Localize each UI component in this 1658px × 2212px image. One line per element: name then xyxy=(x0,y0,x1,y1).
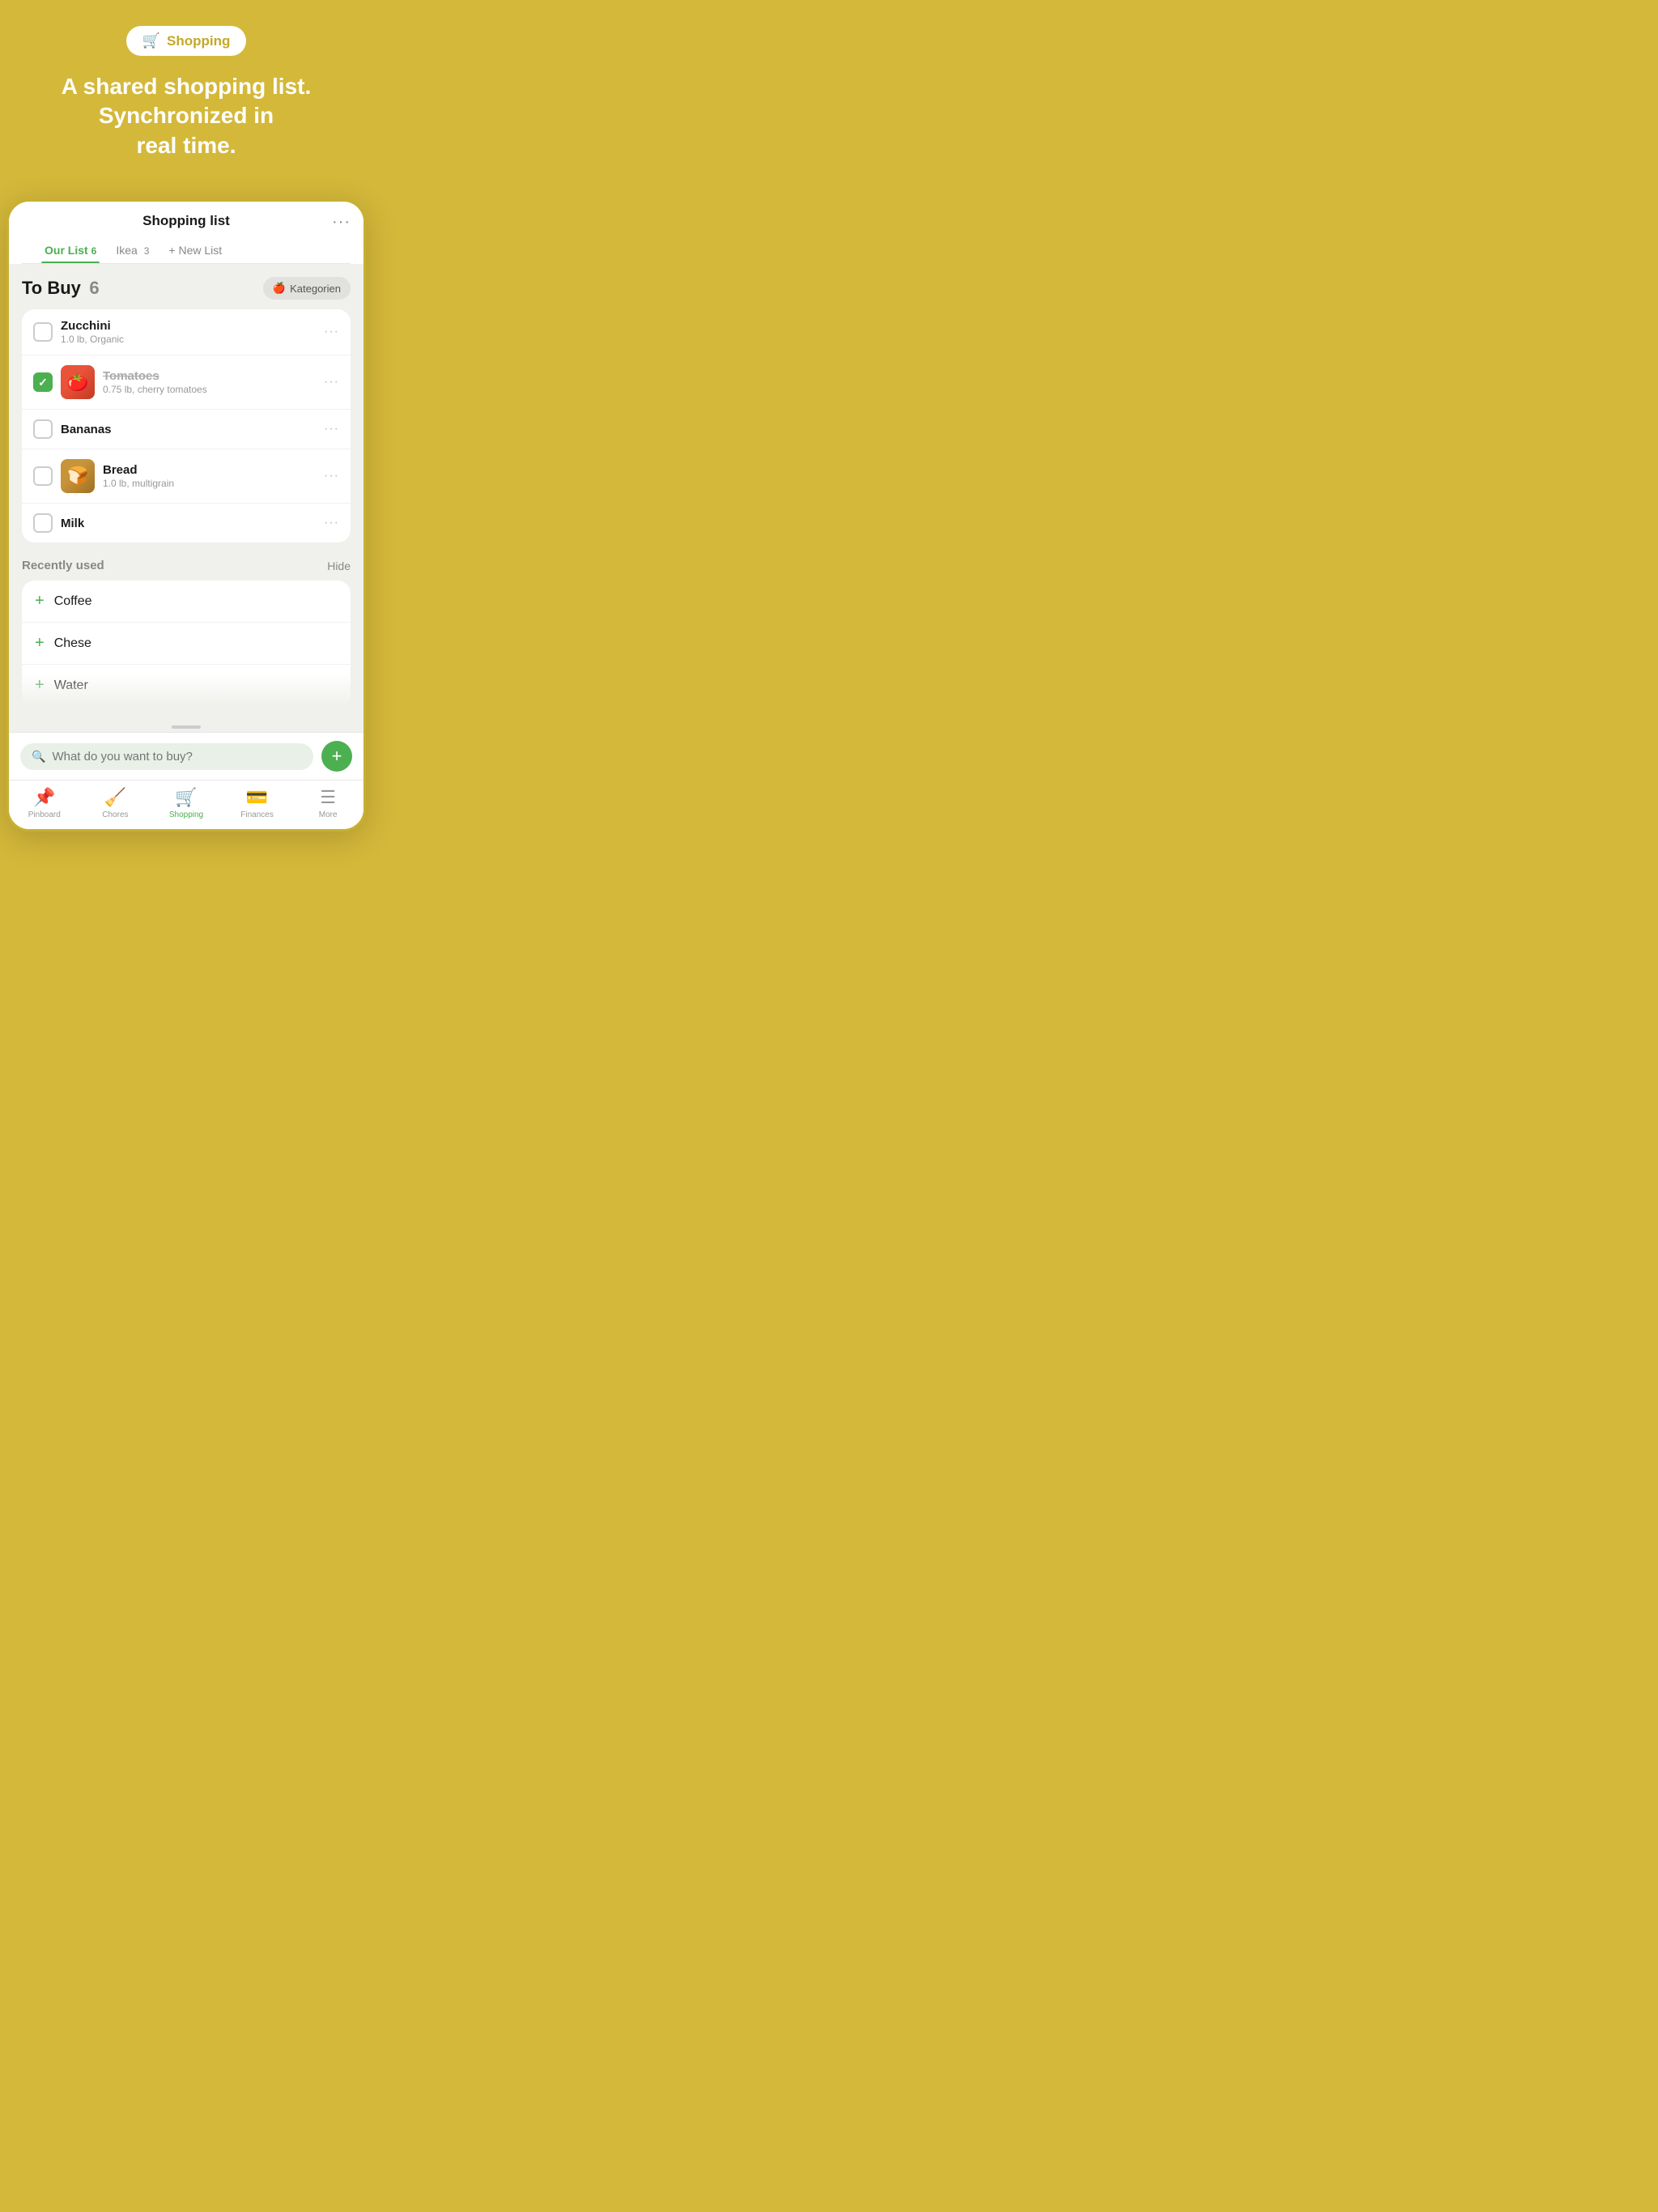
tomatoes-checkbox[interactable] xyxy=(33,372,53,392)
hero-section: 🛒 Shopping A shared shopping list.Synchr… xyxy=(0,0,372,199)
tab-new-list[interactable]: + New List xyxy=(159,237,232,263)
shopping-cart-icon: 🛒 xyxy=(142,32,160,49)
recently-item-coffee[interactable]: + Coffee xyxy=(22,581,351,623)
list-item: Milk ··· xyxy=(22,504,351,542)
hero-title: A shared shopping list.Synchronized inre… xyxy=(62,72,312,160)
zucchini-checkbox[interactable] xyxy=(33,322,53,342)
list-item: Bananas ··· xyxy=(22,410,351,449)
tomatoes-options-button[interactable]: ··· xyxy=(324,375,339,389)
more-nav-icon: ☰ xyxy=(320,787,336,808)
tab-ikea[interactable]: Ikea 3 xyxy=(106,237,159,263)
tab-ikea-label: Ikea xyxy=(116,244,137,257)
add-coffee-icon: + xyxy=(35,592,45,610)
search-icon: 🔍 xyxy=(32,750,45,764)
bread-image: 🍞 xyxy=(61,459,95,493)
list-item: Zucchini 1.0 lb, Organic ··· xyxy=(22,309,351,355)
scroll-indicator xyxy=(9,719,363,732)
to-buy-count: 6 xyxy=(89,278,99,298)
device-frame: Shopping list ··· Our List6 Ikea 3 + New… xyxy=(6,199,366,832)
milk-options-button[interactable]: ··· xyxy=(324,516,339,530)
bread-checkbox[interactable] xyxy=(33,466,53,486)
recently-item-cheese[interactable]: + Chese xyxy=(22,623,351,665)
zucchini-text: Zucchini 1.0 lb, Organic xyxy=(61,319,316,345)
tomato-image: 🍅 xyxy=(61,365,95,399)
kategorien-label: Kategorien xyxy=(290,283,341,295)
tab-our-list[interactable]: Our List6 xyxy=(35,237,106,263)
tab-new-list-label: + New List xyxy=(168,244,222,257)
plus-icon: + xyxy=(332,747,342,765)
pinboard-icon: 📌 xyxy=(33,787,55,808)
add-cheese-icon: + xyxy=(35,634,45,653)
nav-label-chores: Chores xyxy=(102,810,128,819)
recently-cheese-name: Chese xyxy=(54,636,91,651)
more-options-button[interactable]: ··· xyxy=(332,213,351,232)
shopping-list-card: Zucchini 1.0 lb, Organic ··· 🍅 Tomatoes … xyxy=(22,309,351,542)
search-input[interactable] xyxy=(52,750,302,764)
finances-icon: 💳 xyxy=(246,787,268,808)
recently-used-header: Recently used Hide xyxy=(22,559,351,572)
nav-item-more[interactable]: ☰ More xyxy=(292,787,363,819)
nav-item-chores[interactable]: 🧹 Chores xyxy=(80,787,151,819)
scroll-pill xyxy=(172,725,201,729)
recently-water-name: Water xyxy=(54,678,88,693)
tab-ikea-count: 3 xyxy=(144,245,150,257)
recently-coffee-name: Coffee xyxy=(54,594,92,609)
bread-text: Bread 1.0 lb, multigrain xyxy=(103,463,316,489)
app-badge: 🛒 Shopping xyxy=(126,26,247,56)
list-item: 🍞 Bread 1.0 lb, multigrain ··· xyxy=(22,449,351,504)
nav-label-finances: Finances xyxy=(240,810,274,819)
nav-item-pinboard[interactable]: 📌 Pinboard xyxy=(9,787,80,819)
tab-our-list-label: Our List xyxy=(45,244,88,257)
hide-button[interactable]: Hide xyxy=(327,559,351,572)
bananas-options-button[interactable]: ··· xyxy=(324,422,339,436)
nav-label-pinboard: Pinboard xyxy=(28,810,61,819)
to-buy-title-group: To Buy 6 xyxy=(22,278,100,299)
to-buy-title: To Buy xyxy=(22,278,81,298)
to-buy-section-header: To Buy 6 🍎 Kategorien xyxy=(22,277,351,300)
kategorien-button[interactable]: 🍎 Kategorien xyxy=(263,277,351,300)
zucchini-name: Zucchini xyxy=(61,319,316,333)
zucchini-options-button[interactable]: ··· xyxy=(324,325,339,339)
recently-used-card: + Coffee + Chese + Water xyxy=(22,581,351,706)
tab-our-list-count: 6 xyxy=(91,245,97,257)
nav-label-more: More xyxy=(319,810,338,819)
app-badge-label: Shopping xyxy=(167,33,230,49)
recently-used-title: Recently used xyxy=(22,559,104,572)
bread-name: Bread xyxy=(103,463,316,477)
nav-item-finances[interactable]: 💳 Finances xyxy=(222,787,293,819)
milk-checkbox[interactable] xyxy=(33,513,53,533)
bananas-text: Bananas xyxy=(61,423,316,436)
chores-icon: 🧹 xyxy=(104,787,126,808)
shopping-cart-nav-icon: 🛒 xyxy=(175,787,197,808)
tomatoes-text: Tomatoes 0.75 lb, cherry tomatoes xyxy=(103,369,316,395)
nav-item-shopping[interactable]: 🛒 Shopping xyxy=(151,787,222,819)
main-content: To Buy 6 🍎 Kategorien Zucchini 1.0 lb, O… xyxy=(9,264,363,719)
zucchini-sub: 1.0 lb, Organic xyxy=(61,334,316,345)
bananas-checkbox[interactable] xyxy=(33,419,53,439)
milk-name: Milk xyxy=(61,517,316,530)
milk-text: Milk xyxy=(61,517,316,530)
add-water-icon: + xyxy=(35,676,45,695)
app-title: Shopping list xyxy=(22,213,351,229)
search-bar-container: 🔍 + xyxy=(9,732,363,780)
tomatoes-sub: 0.75 lb, cherry tomatoes xyxy=(103,384,316,395)
tomatoes-name: Tomatoes xyxy=(103,369,316,383)
recently-used-section: + Coffee + Chese + Water xyxy=(22,581,351,706)
bananas-name: Bananas xyxy=(61,423,316,436)
kategorien-icon: 🍎 xyxy=(273,282,286,295)
nav-label-shopping: Shopping xyxy=(169,810,203,819)
add-item-button[interactable]: + xyxy=(321,741,352,772)
search-input-wrap: 🔍 xyxy=(20,743,313,770)
bread-options-button[interactable]: ··· xyxy=(324,469,339,483)
bread-sub: 1.0 lb, multigrain xyxy=(103,478,316,489)
app-header: Shopping list ··· Our List6 Ikea 3 + New… xyxy=(9,202,363,264)
tab-bar: Our List6 Ikea 3 + New List xyxy=(22,237,351,264)
bottom-nav: 📌 Pinboard 🧹 Chores 🛒 Shopping 💳 Finance… xyxy=(9,780,363,829)
recently-item-water[interactable]: + Water xyxy=(22,665,351,706)
list-item: 🍅 Tomatoes 0.75 lb, cherry tomatoes ··· xyxy=(22,355,351,410)
